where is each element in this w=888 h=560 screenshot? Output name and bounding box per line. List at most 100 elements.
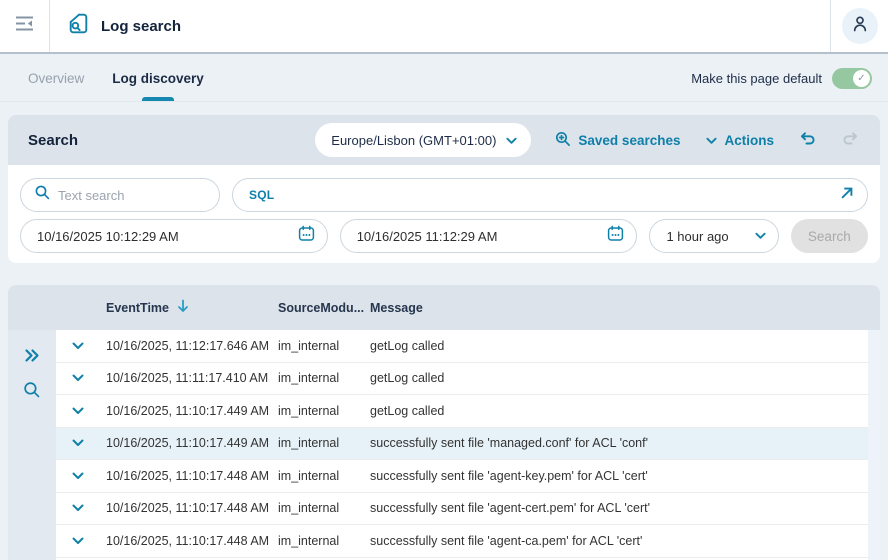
timezone-value: Europe/Lisbon (GMT+01:00) <box>331 132 497 148</box>
search-button[interactable]: Search <box>790 219 868 253</box>
row-expand-chevron-icon[interactable] <box>72 537 84 545</box>
table-header: EventTime SourceModu... Message <box>8 285 880 330</box>
expand-fields-panel-button[interactable] <box>24 348 40 363</box>
row-event-time: 10/16/2025, 11:11:17.410 AM <box>106 371 269 386</box>
redo-button[interactable] <box>841 130 860 151</box>
row-message: getLog called <box>370 338 445 353</box>
row-event-time: 10/16/2025, 11:10:17.448 AM <box>106 501 270 516</box>
search-panel-body: SQL <box>8 165 880 253</box>
start-time-field[interactable] <box>20 219 328 253</box>
page-title: Log search <box>101 17 182 35</box>
column-header-eventtime[interactable]: EventTime <box>100 299 270 316</box>
row-message: successfully sent file 'agent-key.pem' f… <box>370 468 648 483</box>
make-default-group: Make this page default ✓ <box>691 68 872 89</box>
user-avatar-button[interactable] <box>841 8 878 44</box>
row-event-time: 10/16/2025, 11:10:17.449 AM <box>106 403 270 418</box>
tab-log-discovery-label: Log discovery <box>112 71 204 86</box>
sql-input[interactable] <box>282 187 831 203</box>
row-expand-chevron-icon[interactable] <box>72 439 84 447</box>
scroll-gutter[interactable] <box>868 330 880 560</box>
sourcemodule-label: SourceModu... <box>278 300 365 315</box>
table-row[interactable]: 10/16/2025, 11:10:17.448 AM im_internal … <box>56 525 868 558</box>
table-row[interactable]: 10/16/2025, 11:10:17.449 AM im_internal … <box>56 427 868 460</box>
row-event-time: 10/16/2025, 11:10:17.449 AM <box>106 436 270 451</box>
column-header-sourcemodule[interactable]: SourceModu... <box>270 301 364 315</box>
tab-overview-label: Overview <box>28 71 85 86</box>
app-header: Log search <box>0 0 888 54</box>
search-plus-icon <box>555 131 571 150</box>
chevron-down-icon <box>706 133 718 148</box>
row-expand-chevron-icon[interactable] <box>72 342 84 350</box>
row-source-module: im_internal <box>278 338 340 353</box>
timezone-selector[interactable]: Europe/Lisbon (GMT+01:00) <box>315 123 532 157</box>
toggle-check-icon: ✓ <box>853 70 870 87</box>
row-event-time: 10/16/2025, 11:12:17.646 AM <box>106 338 270 353</box>
undo-icon <box>798 130 817 151</box>
calendar-icon[interactable] <box>298 225 315 247</box>
row-expand-chevron-icon[interactable] <box>72 472 84 480</box>
sort-descending-icon[interactable] <box>177 299 189 316</box>
avatar-cell <box>830 0 888 52</box>
table-row[interactable]: 10/16/2025, 11:12:17.646 AM im_internal … <box>56 330 868 363</box>
menu-fold-icon <box>15 15 35 37</box>
row-message: successfully sent file 'agent-ca.pem' fo… <box>370 533 643 548</box>
person-icon <box>850 14 870 39</box>
row-message: getLog called <box>370 403 445 418</box>
text-search-input[interactable] <box>58 187 207 203</box>
tab-log-discovery[interactable]: Log discovery <box>98 56 218 101</box>
log-search-logo-icon <box>66 11 91 41</box>
table-row[interactable]: 10/16/2025, 11:11:17.410 AM im_internal … <box>56 362 868 395</box>
saved-searches-button[interactable]: Saved searches <box>555 131 680 150</box>
table-row[interactable]: 10/16/2025, 11:10:17.448 AM im_internal … <box>56 492 868 525</box>
actions-button[interactable]: Actions <box>706 133 774 148</box>
row-message: getLog called <box>370 371 445 386</box>
table-side-toolbar <box>8 330 56 560</box>
row-source-module: im_internal <box>278 533 340 548</box>
results-table: EventTime SourceModu... Message 10/16/20… <box>8 285 880 560</box>
table-row[interactable]: 10/16/2025, 11:10:17.449 AM im_internal … <box>56 395 868 428</box>
expand-editor-icon[interactable] <box>839 185 855 206</box>
chevron-down-icon <box>506 133 517 148</box>
collapse-menu-button[interactable] <box>0 0 50 52</box>
redo-icon <box>841 130 860 151</box>
page-title-group: Log search <box>50 0 830 52</box>
row-source-module: im_internal <box>278 436 340 451</box>
row-expand-chevron-icon[interactable] <box>72 374 84 382</box>
start-time-input[interactable] <box>37 228 290 244</box>
field-search-button[interactable] <box>23 381 41 399</box>
actions-label: Actions <box>724 132 774 148</box>
end-time-field[interactable] <box>339 219 638 253</box>
calendar-icon[interactable] <box>607 225 624 247</box>
make-default-toggle[interactable]: ✓ <box>832 68 872 89</box>
tab-overview[interactable]: Overview <box>14 56 98 101</box>
row-message: successfully sent file 'managed.conf' fo… <box>370 436 648 451</box>
search-icon <box>35 185 50 205</box>
relative-time-value: 1 hour ago <box>666 228 729 244</box>
text-search-field[interactable] <box>20 178 220 212</box>
make-default-label: Make this page default <box>691 71 822 86</box>
tab-bar: Overview Log discovery Make this page de… <box>0 56 888 102</box>
search-panel: Search Europe/Lisbon (GMT+01:00) Saved s… <box>8 115 880 263</box>
eventtime-label: EventTime <box>106 300 169 315</box>
column-header-message[interactable]: Message <box>360 301 880 315</box>
undo-button[interactable] <box>798 130 817 151</box>
row-source-module: im_internal <box>278 501 340 516</box>
chevron-down-icon <box>755 227 766 245</box>
row-expand-chevron-icon[interactable] <box>72 504 84 512</box>
row-source-module: im_internal <box>278 468 340 483</box>
message-label: Message <box>370 300 423 315</box>
table-rows: 10/16/2025, 11:12:17.646 AM im_internal … <box>56 330 868 560</box>
table-row[interactable]: 10/16/2025, 11:10:17.448 AM im_internal … <box>56 460 868 493</box>
row-expand-chevron-icon[interactable] <box>72 407 84 415</box>
sql-label: SQL <box>249 188 275 202</box>
row-message: successfully sent file 'agent-cert.pem' … <box>370 501 651 516</box>
search-panel-title: Search <box>28 131 79 149</box>
row-source-module: im_internal <box>278 403 340 418</box>
row-event-time: 10/16/2025, 11:10:17.448 AM <box>106 468 270 483</box>
sql-field[interactable]: SQL <box>232 178 868 212</box>
relative-time-select[interactable]: 1 hour ago <box>649 219 779 253</box>
saved-searches-label: Saved searches <box>578 132 681 148</box>
table-body: 10/16/2025, 11:12:17.646 AM im_internal … <box>8 330 880 560</box>
end-time-input[interactable] <box>356 228 600 244</box>
row-event-time: 10/16/2025, 11:10:17.448 AM <box>106 533 270 548</box>
